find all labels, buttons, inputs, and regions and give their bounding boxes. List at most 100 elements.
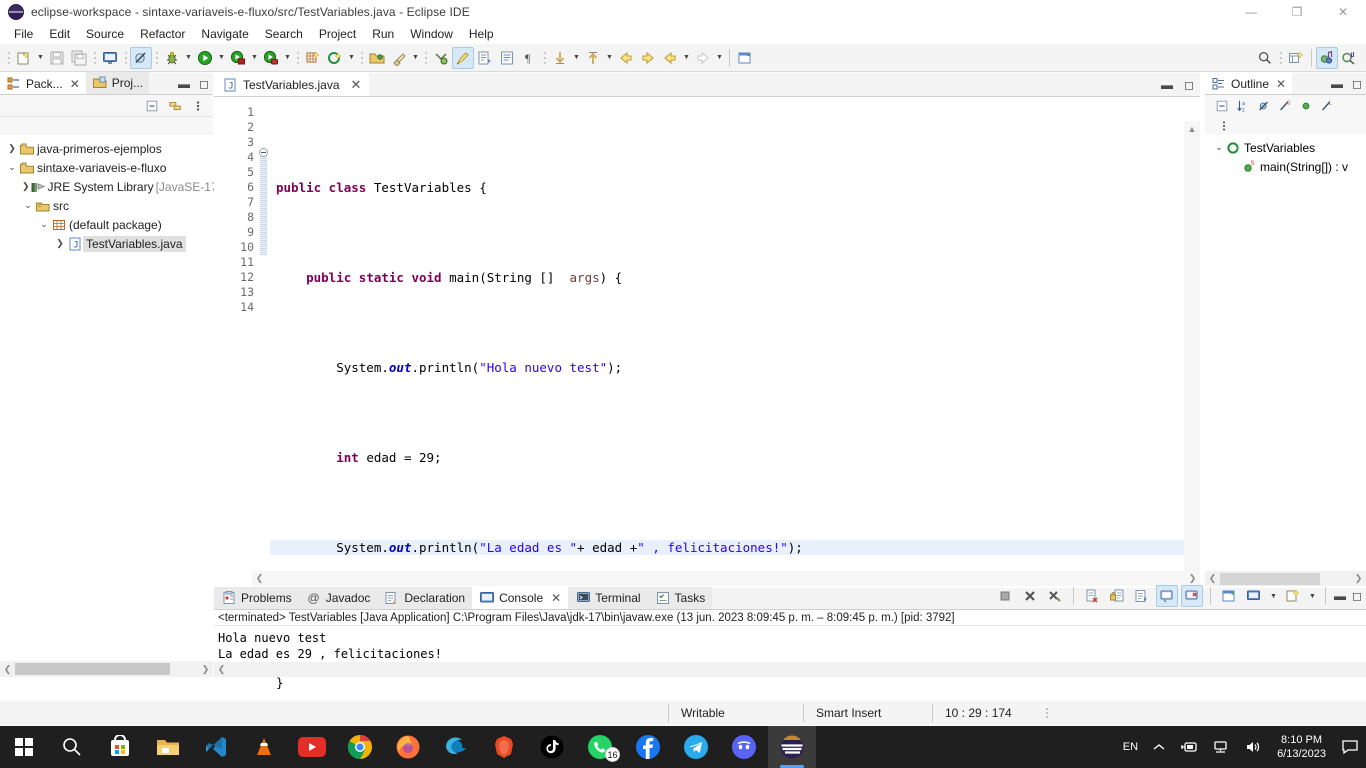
minimize-view-button[interactable]: ▬ — [1330, 77, 1344, 91]
tab-javadoc[interactable]: @ Javadoc — [298, 587, 378, 609]
menu-help[interactable]: Help — [461, 25, 502, 43]
back-history-dropdown-arrow[interactable]: ▼ — [681, 47, 692, 69]
pin-editor-icon[interactable] — [734, 47, 756, 69]
pin-console-icon[interactable] — [1218, 585, 1240, 607]
tree-item-java-primeros-ejemplos[interactable]: ❯ java-primeros-ejemplos — [0, 139, 213, 158]
show-console-on-output-icon[interactable] — [1156, 585, 1178, 607]
next-annotation-dropdown-arrow[interactable]: ▼ — [571, 47, 582, 69]
new-java-class-dropdown-arrow[interactable]: ▼ — [346, 47, 357, 69]
tab-project-explorer[interactable]: Proj... — [85, 72, 150, 94]
open-type-icon[interactable] — [366, 47, 388, 69]
coverage-dropdown-arrow[interactable]: ▼ — [249, 47, 260, 69]
toggle-mark-occurrences-icon[interactable] — [452, 46, 474, 69]
open-console-icon[interactable] — [1282, 585, 1304, 607]
close-icon[interactable]: ✕ — [70, 77, 80, 91]
youtube-icon[interactable] — [288, 726, 336, 768]
firefox-icon[interactable] — [384, 726, 432, 768]
chevron-down-icon[interactable]: ⌄ — [22, 200, 34, 211]
minimize-editor-button[interactable]: ▬ — [1160, 78, 1174, 92]
run-dropdown-arrow[interactable]: ▼ — [216, 47, 227, 69]
profile-dropdown-arrow[interactable]: ▼ — [282, 47, 293, 69]
editor-hscrollbar[interactable]: ❮ ❯ — [252, 571, 1200, 586]
run-icon[interactable] — [194, 47, 216, 69]
editor-tab-testvariables[interactable]: J TestVariables.java ✕ — [214, 72, 370, 96]
vlc-icon[interactable] — [240, 726, 288, 768]
view-menu-icon[interactable] — [191, 99, 205, 113]
menu-navigate[interactable]: Navigate — [193, 25, 256, 43]
menu-window[interactable]: Window — [402, 25, 461, 43]
tree-item-jre-system-library[interactable]: ❯ JRE System Library [JavaSE-17 — [0, 177, 218, 196]
outline-item-testvariables[interactable]: ⌄ TestVariables — [1205, 138, 1366, 157]
taskbar-clock[interactable]: 8:10 PM 6/13/2023 — [1269, 733, 1334, 761]
scroll-left-icon[interactable]: ❮ — [252, 571, 267, 587]
forward-history-dropdown-arrow[interactable]: ▼ — [714, 47, 725, 69]
chevron-down-icon[interactable]: ⌄ — [1213, 142, 1225, 153]
tab-package-explorer[interactable]: Pack... ✕ — [0, 72, 86, 94]
scroll-left-icon[interactable]: ❮ — [214, 662, 229, 678]
notifications-icon[interactable] — [1334, 726, 1366, 768]
maximize-console-button[interactable]: ◻ — [1350, 589, 1364, 603]
tab-console[interactable]: Console ✕ — [472, 587, 569, 609]
debug-icon[interactable] — [161, 47, 183, 69]
clear-console-icon[interactable] — [1081, 585, 1103, 607]
menu-search[interactable]: Search — [257, 25, 311, 43]
brave-icon[interactable] — [480, 726, 528, 768]
outline-item-main-method[interactable]: S main(String[]) : v — [1205, 157, 1366, 176]
console-hscrollbar[interactable]: ❮ — [214, 662, 1366, 677]
save-all-icon[interactable] — [68, 47, 90, 69]
chevron-down-icon[interactable]: ⌄ — [38, 219, 50, 230]
prev-annotation-icon[interactable] — [582, 47, 604, 69]
folding-ruler[interactable] — [258, 97, 270, 586]
quick-access-search-icon[interactable] — [1254, 47, 1276, 69]
word-wrap-icon[interactable] — [1131, 585, 1153, 607]
collapse-all-icon[interactable] — [145, 99, 159, 113]
usb-device-icon[interactable] — [1173, 726, 1205, 768]
minimize-view-button[interactable]: ▬ — [177, 77, 191, 91]
terminate-icon[interactable] — [994, 585, 1016, 607]
hide-fields-icon[interactable] — [1257, 99, 1271, 113]
profile-icon[interactable] — [260, 47, 282, 69]
link-with-editor-icon[interactable] — [168, 99, 182, 113]
minimize-window-button[interactable]: — — [1228, 0, 1274, 24]
save-icon[interactable] — [46, 47, 68, 69]
coverage-icon[interactable] — [227, 47, 249, 69]
network-icon[interactable] — [1205, 726, 1237, 768]
prev-annotation-dropdown-arrow[interactable]: ▼ — [604, 47, 615, 69]
remove-launch-icon[interactable] — [1019, 585, 1041, 607]
back-arrow-icon[interactable] — [615, 47, 637, 69]
collapse-all-icon[interactable] — [1215, 99, 1229, 113]
tiktok-icon[interactable] — [528, 726, 576, 768]
eclipse-icon[interactable] — [768, 726, 816, 768]
back-history-icon[interactable] — [659, 47, 681, 69]
menu-refactor[interactable]: Refactor — [132, 25, 193, 43]
hide-static-icon[interactable]: S — [1278, 99, 1292, 113]
package-explorer-hscrollbar[interactable]: ❮ ❯ — [0, 661, 213, 677]
close-icon[interactable]: ✕ — [551, 591, 561, 605]
language-indicator[interactable]: EN — [1116, 726, 1145, 768]
menu-run[interactable]: Run — [364, 25, 402, 43]
hscroll-track[interactable] — [15, 661, 198, 677]
forward-arrow-icon[interactable] — [637, 47, 659, 69]
maximize-editor-button[interactable]: ◻ — [1182, 78, 1196, 92]
view-menu-icon[interactable] — [1217, 119, 1231, 133]
close-window-button[interactable]: ✕ — [1320, 0, 1366, 24]
tab-tasks[interactable]: Tasks — [647, 587, 713, 609]
tree-item-src[interactable]: ⌄ src — [0, 196, 213, 215]
hscroll-track[interactable] — [229, 662, 1366, 678]
open-perspective-icon[interactable] — [1285, 47, 1307, 69]
search-icon[interactable] — [48, 726, 96, 768]
new-wizard-icon[interactable] — [13, 47, 35, 69]
open-console-icon[interactable] — [99, 47, 121, 69]
code-text[interactable]: public class TestVariables { public stat… — [270, 97, 1200, 690]
toggle-block-selection-icon[interactable] — [474, 47, 496, 69]
display-selected-console-icon[interactable] — [1243, 585, 1265, 607]
menu-edit[interactable]: Edit — [41, 25, 78, 43]
open-console-dropdown-arrow[interactable]: ▼ — [1307, 585, 1318, 607]
chevron-right-icon[interactable]: ❯ — [54, 238, 66, 249]
close-icon[interactable]: ✕ — [1276, 77, 1286, 91]
show-whitespace-icon[interactable] — [496, 47, 518, 69]
close-icon[interactable]: ✕ — [351, 77, 362, 93]
maximize-view-button[interactable]: ◻ — [197, 77, 211, 91]
next-annotation-icon[interactable] — [549, 47, 571, 69]
tree-item-sintaxe-variaveis-e-fluxo[interactable]: ⌄ sintaxe-variaveis-e-fluxo — [0, 158, 213, 177]
